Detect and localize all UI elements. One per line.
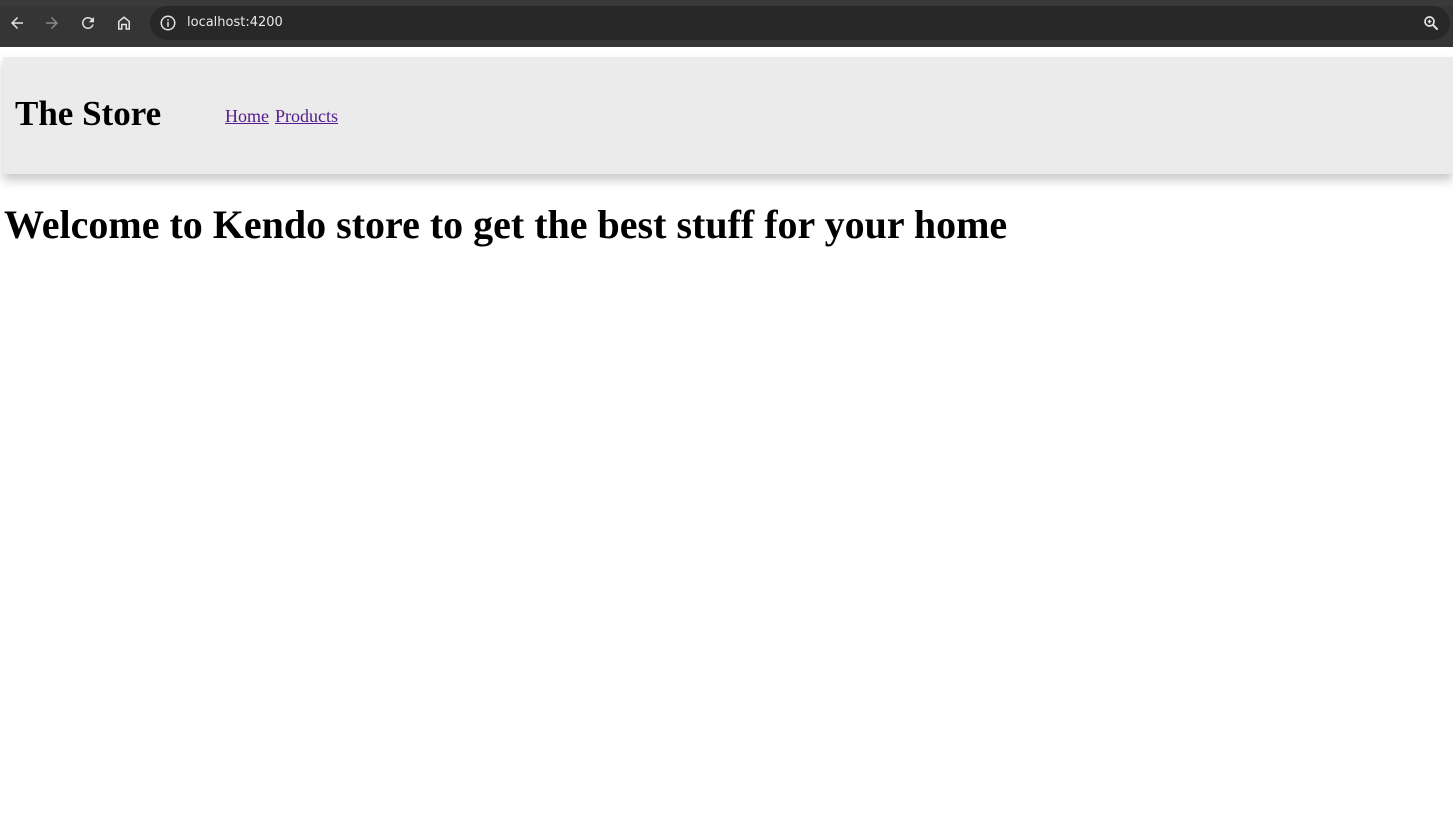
info-icon[interactable] bbox=[159, 14, 177, 32]
site-header: The Store Home Products bbox=[3, 57, 1453, 174]
home-icon bbox=[118, 16, 130, 30]
forward-button[interactable] bbox=[35, 6, 69, 40]
browser-chrome: localhost:4200 bbox=[0, 0, 1453, 47]
forward-arrow-icon bbox=[46, 17, 58, 29]
browser-toolbar: localhost:4200 bbox=[0, 6, 1453, 40]
reload-button[interactable] bbox=[71, 6, 105, 40]
url-text[interactable]: localhost:4200 bbox=[187, 14, 283, 32]
nav-link-home[interactable]: Home bbox=[225, 106, 269, 126]
page-viewport: The Store Home Products Welcome to Kendo … bbox=[0, 47, 1453, 824]
site-nav: Home Products bbox=[225, 105, 344, 127]
zoom-icon[interactable] bbox=[1422, 14, 1440, 32]
chrome-bottom-strip bbox=[0, 40, 1453, 47]
nav-link-products[interactable]: Products bbox=[275, 106, 338, 126]
welcome-heading: Welcome to Kendo store to get the best s… bbox=[4, 202, 1008, 247]
reload-icon bbox=[81, 16, 94, 29]
address-bar[interactable]: localhost:4200 bbox=[150, 6, 1450, 40]
home-button[interactable] bbox=[107, 6, 141, 40]
back-button[interactable] bbox=[0, 6, 34, 40]
site-title: The Store bbox=[15, 94, 162, 133]
back-arrow-icon bbox=[11, 17, 23, 29]
